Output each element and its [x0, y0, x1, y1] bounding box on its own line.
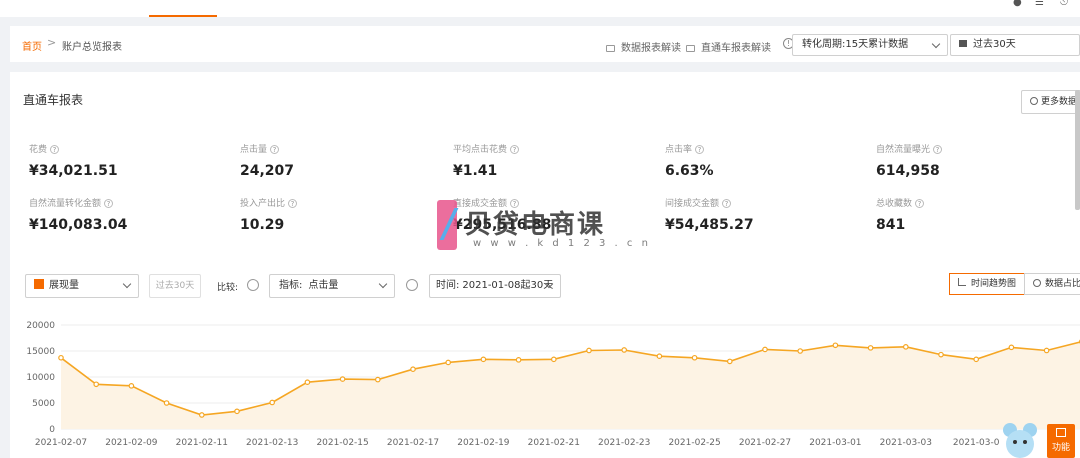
data-point [726, 358, 733, 365]
data-point [515, 357, 522, 363]
data-point [128, 383, 135, 389]
y-tick-label: 15000 [26, 347, 55, 357]
data-point [58, 354, 64, 361]
y-tick-label: 10000 [26, 373, 55, 383]
y-tick-label: 20000 [26, 321, 55, 331]
x-tick-label: 2021-02-11 [176, 438, 228, 448]
data-point [269, 399, 276, 406]
data-point [339, 376, 346, 382]
data-point [902, 344, 909, 350]
scrollbar[interactable] [1075, 90, 1080, 210]
x-tick-label: 2021-02-21 [528, 438, 580, 448]
data-point [163, 400, 170, 406]
x-tick-label: 2021-02-15 [316, 438, 368, 448]
data-point [938, 351, 944, 358]
x-tick-label: 2021-03-03 [880, 438, 932, 448]
function-label: 功能 [1051, 443, 1070, 453]
x-tick-label: 2021-03-01 [809, 438, 861, 448]
data-point [762, 346, 768, 353]
data-point [234, 408, 240, 415]
x-tick-label: 2021-02-19 [457, 438, 510, 448]
data-point [586, 347, 592, 354]
data-point [550, 356, 557, 363]
x-tick-label: 2021-02-23 [598, 438, 650, 448]
mascot-icon[interactable] [1000, 420, 1040, 458]
data-point [656, 353, 663, 360]
x-tick-label: 2021-02-09 [105, 438, 158, 448]
data-point [621, 347, 628, 353]
x-tick-label: 2021-03-0 [953, 438, 1000, 448]
function-float-button[interactable]: 功能 [1047, 424, 1075, 458]
x-axis-ticks: 2021-02-07 2021-02-09 2021-02-11 2021-02-13… [35, 438, 1000, 448]
data-point [973, 356, 980, 363]
trend-chart: 05000100001500020000 2021-02-07 2021-02-0… [26, 321, 1080, 448]
data-point [374, 376, 381, 383]
panel-icon [1056, 428, 1066, 437]
data-point [832, 342, 839, 349]
data-point [691, 354, 698, 361]
x-tick-label: 2021-02-13 [246, 438, 298, 448]
data-point [93, 381, 100, 388]
data-point [445, 359, 452, 366]
data-point [797, 348, 804, 354]
data-point [867, 345, 874, 351]
y-axis-ticks: 0 5000 10000 15000 20000 [26, 321, 55, 435]
y-tick-label: 0 [49, 425, 55, 435]
data-point [1008, 344, 1015, 351]
y-tick-label: 5000 [32, 399, 55, 409]
data-point [480, 356, 487, 363]
x-tick-label: 2021-02-07 [35, 438, 87, 448]
x-tick-label: 2021-02-27 [739, 438, 791, 448]
data-point [1043, 347, 1050, 354]
data-point [304, 379, 311, 386]
x-tick-label: 2021-02-25 [668, 438, 720, 448]
x-tick-label: 2021-02-17 [387, 438, 439, 448]
data-point [199, 412, 205, 418]
data-point [410, 366, 416, 373]
